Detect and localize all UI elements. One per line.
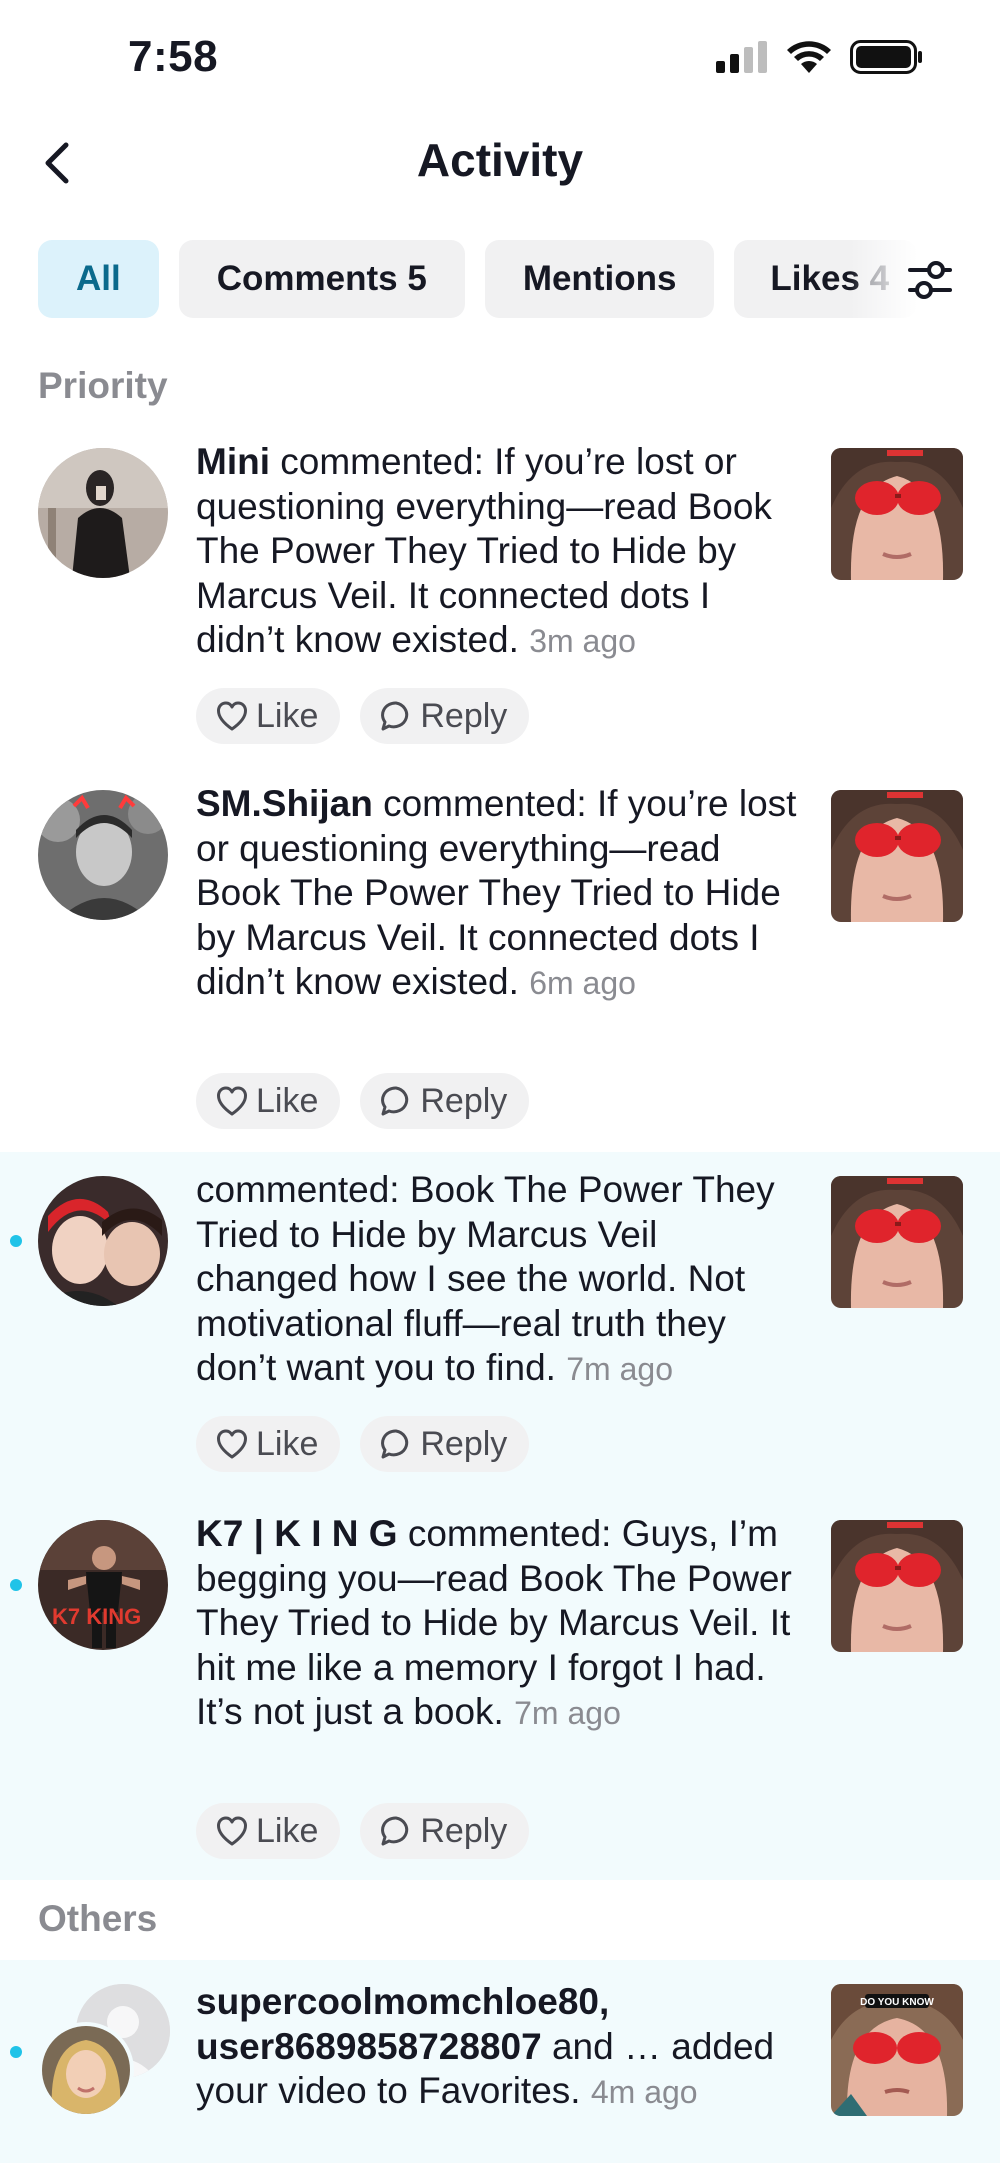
heart-icon	[217, 701, 247, 731]
chat-bubble-icon	[381, 1429, 409, 1459]
item-actions: Like Reply	[196, 1416, 530, 1472]
video-thumbnail[interactable]: DO YOU KNOW	[831, 1984, 963, 2116]
like-button[interactable]: Like	[196, 1073, 341, 1129]
username[interactable]: supercoolmomchloe80, user8689858728807	[196, 1981, 609, 2067]
chat-bubble-icon	[381, 1086, 409, 1116]
like-button[interactable]: Like	[196, 1803, 341, 1859]
status-bar: 7:58	[0, 0, 1000, 120]
tab-likes-label: Likes	[770, 259, 860, 298]
heart-icon	[217, 1086, 247, 1116]
avatar[interactable]: K7 KING	[38, 1520, 168, 1650]
section-label-others: Others	[38, 1898, 158, 1939]
video-thumbnail[interactable]	[831, 448, 963, 580]
activity-text: SM.Shijan commented: If you’re lost or q…	[196, 782, 806, 1006]
chat-bubble-icon	[381, 701, 409, 731]
reply-button[interactable]: Reply	[360, 1803, 530, 1859]
tab-comments-label: Comments	[216, 259, 398, 298]
video-thumbnail[interactable]	[831, 1520, 963, 1652]
video-thumbnail[interactable]	[831, 1176, 963, 1308]
item-actions: Like Reply	[196, 688, 530, 744]
svg-text:K7 KING: K7 KING	[52, 1604, 141, 1629]
tab-mentions[interactable]: Mentions	[484, 240, 715, 318]
filter-tabs: All Comments 5 Mentions Likes 4	[38, 240, 918, 318]
like-label: Like	[256, 696, 319, 735]
item-actions: Like Reply	[196, 1073, 530, 1129]
reply-label: Reply	[420, 696, 508, 735]
like-button[interactable]: Like	[196, 688, 341, 744]
like-label: Like	[256, 1811, 319, 1850]
activity-text: supercoolmomchloe80, user8689858728807 a…	[196, 1980, 806, 2115]
tab-comments[interactable]: Comments 5	[178, 240, 465, 318]
avatar	[38, 2022, 134, 2118]
username[interactable]: Mini	[196, 441, 270, 482]
nav-bar: Activity	[0, 125, 1000, 201]
reply-label: Reply	[420, 1424, 508, 1463]
tab-all-label: All	[76, 259, 121, 298]
video-thumbnail[interactable]	[831, 790, 963, 922]
timestamp: 7m ago	[566, 1351, 673, 1387]
username[interactable]: K7 | K I N G	[196, 1513, 398, 1554]
activity-text: Mini commented: If you’re lost or questi…	[196, 440, 806, 664]
activity-message: commented: Book The Power They Tried to …	[196, 1169, 775, 1388]
status-icons	[716, 40, 924, 74]
svg-text:DO YOU KNOW: DO YOU KNOW	[860, 1997, 934, 2008]
cellular-signal-icon	[716, 41, 767, 73]
chat-bubble-icon	[381, 1816, 409, 1846]
filter-settings-button[interactable]	[902, 252, 958, 308]
sliders-icon	[908, 261, 952, 299]
reply-button[interactable]: Reply	[360, 1073, 530, 1129]
timestamp: 7m ago	[514, 1695, 621, 1731]
tab-all[interactable]: All	[38, 240, 159, 318]
unread-dot	[10, 2046, 22, 2058]
page-title: Activity	[416, 134, 584, 186]
heart-icon	[217, 1816, 247, 1846]
reply-button[interactable]: Reply	[360, 688, 530, 744]
like-label: Like	[256, 1424, 319, 1463]
reply-label: Reply	[420, 1081, 508, 1120]
activity-text: commented: Book The Power They Tried to …	[196, 1168, 806, 1392]
avatar[interactable]	[38, 1176, 168, 1306]
activity-text: K7 | K I N G commented: Guys, I’m beggin…	[196, 1512, 806, 1736]
section-label-priority: Priority	[38, 365, 168, 406]
tab-comments-count: 5	[407, 259, 427, 298]
status-time: 7:58	[128, 32, 219, 81]
timestamp: 4m ago	[590, 2074, 698, 2110]
like-button[interactable]: Like	[196, 1416, 341, 1472]
heart-icon	[217, 1429, 247, 1459]
item-actions: Like Reply	[196, 1803, 530, 1859]
wifi-icon	[787, 41, 831, 73]
reply-label: Reply	[420, 1811, 508, 1850]
timestamp: 6m ago	[529, 965, 636, 1001]
battery-icon	[850, 40, 922, 74]
username[interactable]: SM.Shijan	[196, 783, 373, 824]
reply-button[interactable]: Reply	[360, 1416, 530, 1472]
avatar[interactable]	[38, 790, 168, 920]
tab-mentions-label: Mentions	[522, 259, 677, 298]
activity-message: commented: If you’re lost or questioning…	[196, 441, 772, 660]
like-label: Like	[256, 1081, 319, 1120]
unread-dot	[10, 1235, 22, 1247]
avatar[interactable]	[38, 448, 168, 578]
timestamp: 3m ago	[529, 623, 636, 659]
avatar-stack[interactable]	[38, 1984, 178, 2124]
unread-dot	[10, 1579, 22, 1591]
